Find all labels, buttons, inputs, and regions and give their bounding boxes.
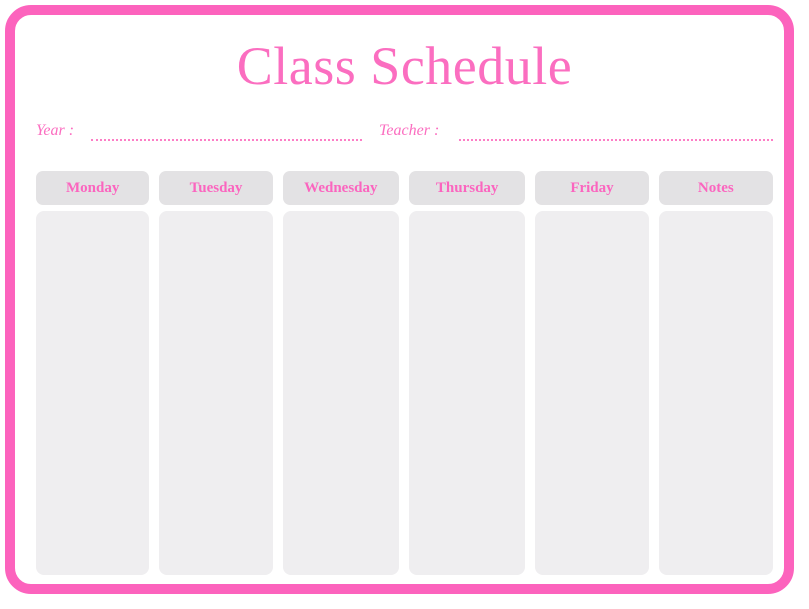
column-header-notes[interactable]: Notes	[658, 171, 773, 205]
column-header-label: Monday	[66, 179, 120, 196]
column-header-tuesday[interactable]: Tuesday	[159, 171, 273, 205]
column-body-monday[interactable]	[36, 211, 150, 575]
column-header-thursday[interactable]: Thursday	[409, 171, 526, 205]
column-body-notes[interactable]	[658, 211, 773, 575]
year-input-line[interactable]	[91, 120, 362, 141]
teacher-input-line[interactable]	[459, 120, 773, 141]
teacher-field[interactable]: Teacher :	[379, 120, 773, 150]
schedule-column-thursday: Thursday	[409, 171, 526, 575]
page-title: Class Schedule	[236, 36, 573, 96]
teacher-label: Teacher :	[379, 122, 440, 139]
meta-row: Year : Teacher :	[36, 120, 773, 150]
column-header-monday[interactable]: Monday	[36, 171, 150, 205]
column-header-wednesday[interactable]: Wednesday	[282, 171, 399, 205]
year-field[interactable]: Year :	[36, 120, 362, 150]
column-header-label: Thursday	[435, 179, 499, 196]
class-schedule-sheet: Class Schedule Year : Teacher : Monday T…	[0, 0, 809, 609]
schedule-column-wednesday: Wednesday	[282, 171, 399, 575]
column-body-tuesday[interactable]	[159, 211, 273, 575]
column-body-thursday[interactable]	[409, 211, 526, 575]
column-body-friday[interactable]	[535, 211, 649, 575]
schedule-grid: Monday Tuesday Wednesday Thursday Friday	[36, 171, 773, 575]
column-header-friday[interactable]: Friday	[535, 171, 649, 205]
schedule-column-notes: Notes	[658, 171, 773, 575]
schedule-column-monday: Monday	[36, 171, 150, 575]
year-label: Year :	[36, 122, 75, 139]
schedule-column-friday: Friday	[535, 171, 649, 575]
column-header-label: Friday	[570, 179, 614, 196]
schedule-column-tuesday: Tuesday	[159, 171, 273, 575]
column-header-label: Wednesday	[304, 179, 378, 196]
column-header-label: Tuesday	[189, 179, 243, 196]
column-body-wednesday[interactable]	[282, 211, 399, 575]
column-header-label: Notes	[697, 179, 734, 196]
